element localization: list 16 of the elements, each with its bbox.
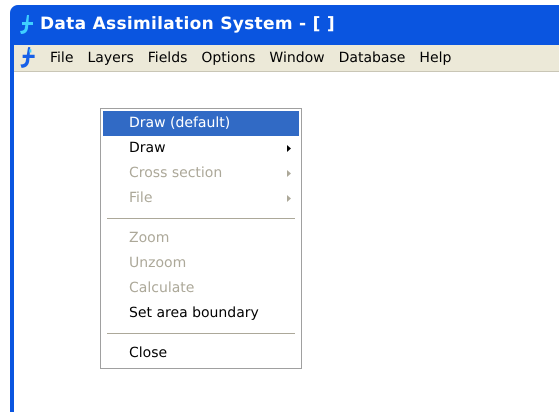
- menu-item[interactable]: Options: [194, 47, 262, 69]
- menu-option[interactable]: Set area boundary: [103, 301, 299, 326]
- logo-icon: [18, 14, 34, 36]
- menu-item[interactable]: Help: [412, 47, 458, 69]
- menu-item[interactable]: File: [43, 47, 80, 69]
- menu-item[interactable]: Fields: [140, 47, 194, 69]
- menu-option[interactable]: Close: [103, 341, 299, 366]
- menu-option[interactable]: Draw (default): [103, 111, 299, 136]
- menu-item[interactable]: Window: [262, 47, 332, 69]
- submenu-arrow-icon: [287, 170, 291, 177]
- menu-item[interactable]: Layers: [80, 47, 141, 69]
- submenu-arrow-icon: [287, 145, 291, 152]
- submenu-arrow-icon: [287, 195, 291, 202]
- window-title: Data Assimilation System - [ ]: [40, 13, 335, 36]
- menu-item[interactable]: Database: [332, 47, 412, 69]
- menu-option[interactable]: Draw: [103, 136, 299, 161]
